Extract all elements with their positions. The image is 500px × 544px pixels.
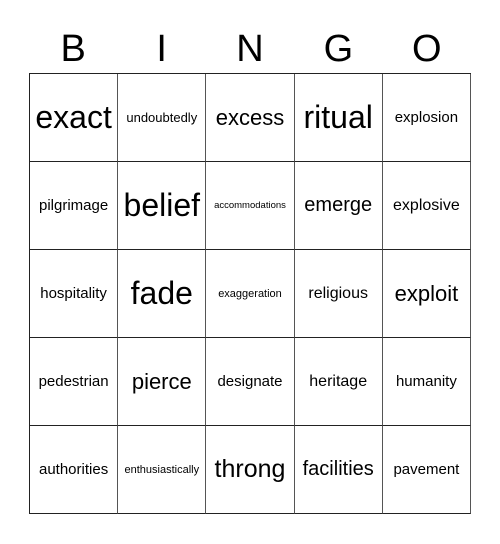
cell-word: belief xyxy=(123,187,201,223)
cell-word: pedestrian xyxy=(38,373,109,390)
cell-word: pierce xyxy=(131,368,192,394)
cell-word: accommodations xyxy=(214,200,286,211)
cell-word: religious xyxy=(308,284,368,302)
cell-word: excess xyxy=(215,104,285,130)
cell-word: exploit xyxy=(394,280,459,306)
bingo-cell[interactable]: heritage xyxy=(294,338,383,426)
cell-word: humanity xyxy=(395,373,457,390)
cell-word: throng xyxy=(214,455,286,483)
cell-word: explosion xyxy=(394,109,459,126)
header-letter-i: I xyxy=(156,28,167,70)
bingo-cell[interactable]: pedestrian xyxy=(30,338,119,426)
cell-word: authorities xyxy=(38,461,109,478)
cell-word: exaggeration xyxy=(218,287,282,300)
bingo-cell[interactable]: exaggeration xyxy=(206,250,295,338)
cell-word: exact xyxy=(35,99,112,135)
bingo-cell[interactable]: pavement xyxy=(382,426,471,514)
cell-word: heritage xyxy=(309,372,368,390)
bingo-grid: exact undoubtedly excess ritual explosio… xyxy=(29,73,471,514)
bingo-cell[interactable]: throng xyxy=(206,426,295,514)
cell-word: explosive xyxy=(393,196,460,214)
cell-word: undoubtedly xyxy=(126,110,198,125)
bingo-cell[interactable]: authorities xyxy=(30,426,119,514)
bingo-cell[interactable]: exact xyxy=(30,74,119,162)
header-letter-n: N xyxy=(236,28,264,70)
bingo-cell[interactable]: emerge xyxy=(294,162,383,250)
header-letter-g: G xyxy=(323,28,354,70)
bingo-cell[interactable]: pierce xyxy=(118,338,207,426)
bingo-cell[interactable]: humanity xyxy=(382,338,471,426)
bingo-cell[interactable]: ritual xyxy=(294,74,383,162)
bingo-cell[interactable]: explosion xyxy=(382,74,471,162)
cell-word: ritual xyxy=(303,99,373,135)
bingo-header: B I N G O xyxy=(29,26,471,72)
bingo-cell[interactable]: accommodations xyxy=(206,162,295,250)
cell-word: hospitality xyxy=(40,285,107,302)
bingo-cell[interactable]: facilities xyxy=(294,426,383,514)
cell-word: facilities xyxy=(302,458,374,480)
cell-word: emerge xyxy=(304,194,373,216)
bingo-cell[interactable]: excess xyxy=(206,74,295,162)
bingo-cell[interactable]: explosive xyxy=(382,162,471,250)
cell-word: fade xyxy=(130,275,193,311)
cell-word: pavement xyxy=(393,461,460,478)
bingo-cell[interactable]: hospitality xyxy=(30,250,119,338)
bingo-cell[interactable]: belief xyxy=(118,162,207,250)
bingo-cell[interactable]: exploit xyxy=(382,250,471,338)
cell-word: designate xyxy=(217,373,283,390)
bingo-cell[interactable]: undoubtedly xyxy=(118,74,207,162)
cell-word: pilgrimage xyxy=(38,197,109,214)
bingo-cell[interactable]: designate xyxy=(206,338,295,426)
header-letter-b: B xyxy=(60,28,86,70)
cell-word: enthusiastically xyxy=(124,463,200,476)
bingo-cell[interactable]: enthusiastically xyxy=(118,426,207,514)
bingo-cell[interactable]: religious xyxy=(294,250,383,338)
header-letter-o: O xyxy=(412,28,442,70)
bingo-cell[interactable]: fade xyxy=(118,250,207,338)
bingo-cell[interactable]: pilgrimage xyxy=(30,162,119,250)
